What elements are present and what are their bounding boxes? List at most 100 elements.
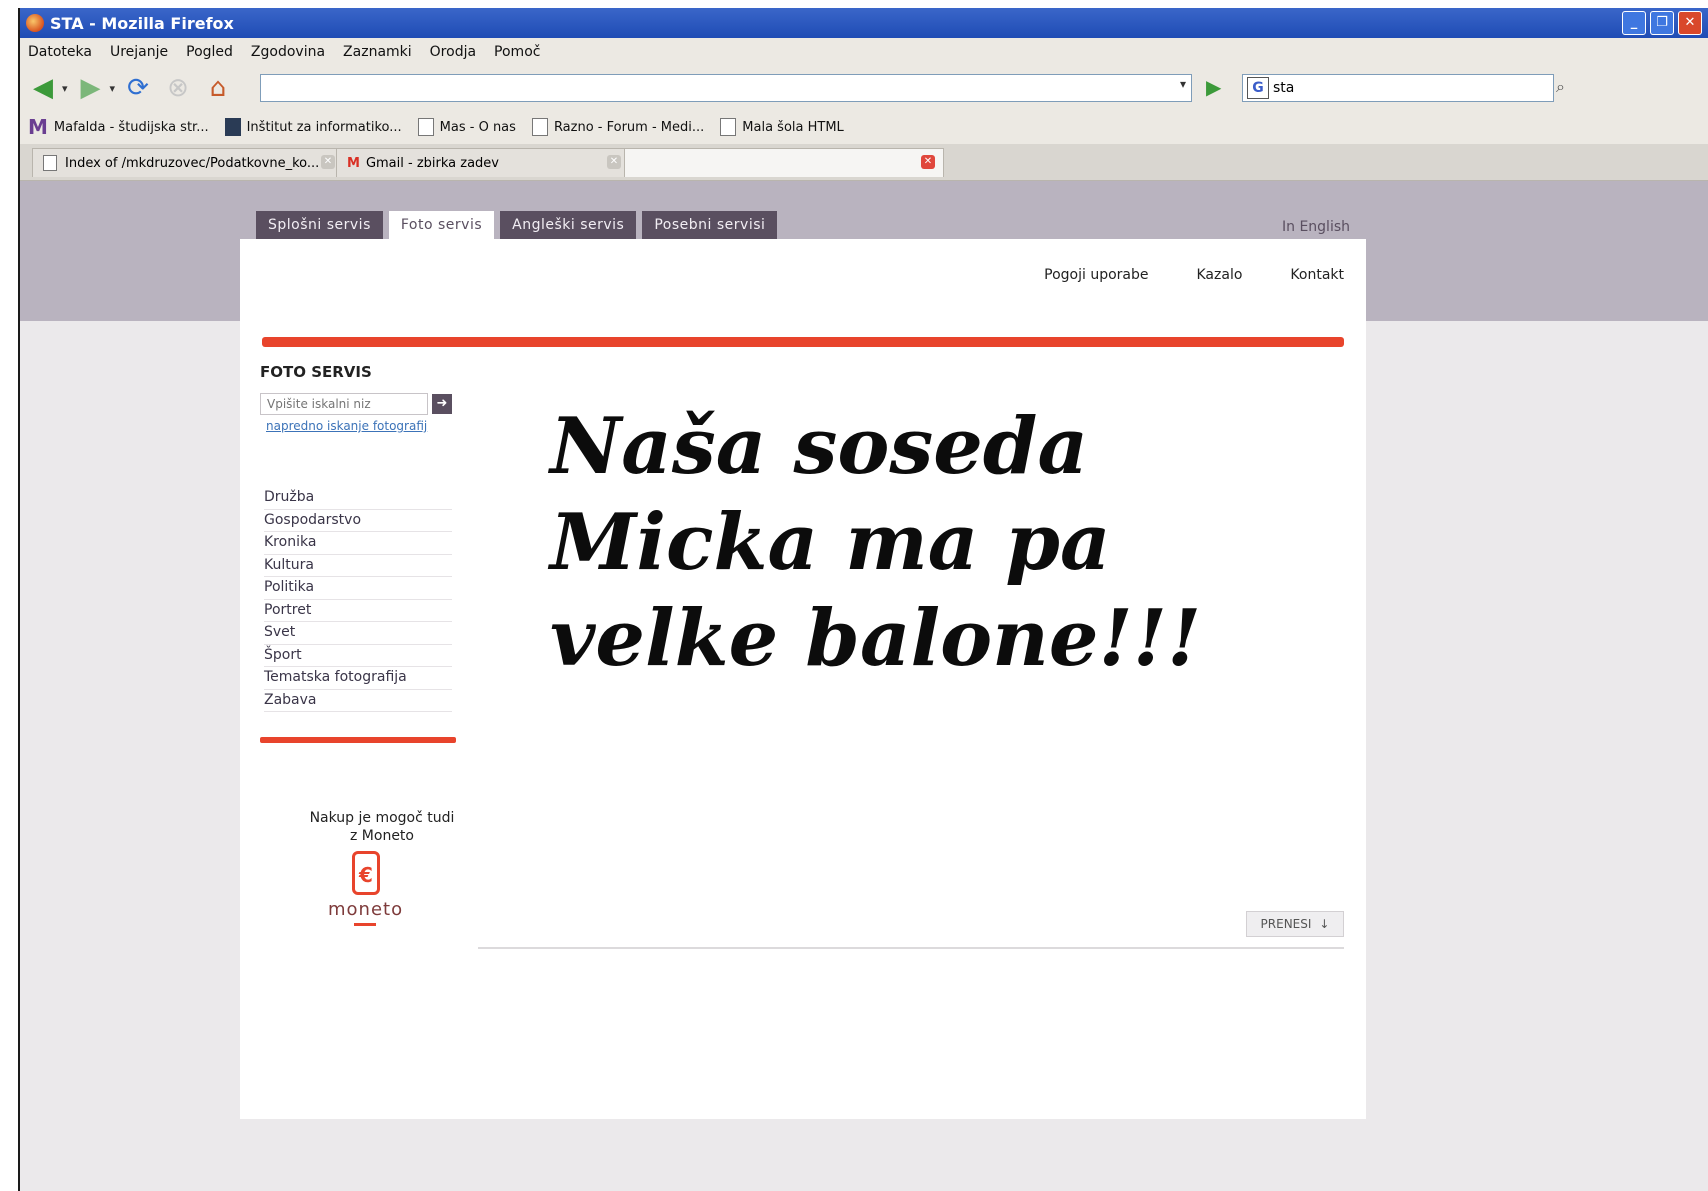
bookmark-label: Inštitut za informatiko... — [246, 119, 402, 135]
handwritten-note: Naša soseda Micka ma pa velke balone!!! — [550, 399, 1270, 719]
go-button[interactable]: ▶ — [1206, 75, 1221, 99]
photo-search: ➜ — [260, 393, 452, 415]
address-bar[interactable] — [260, 74, 1192, 102]
google-engine-icon[interactable]: G — [1247, 77, 1269, 99]
bookmark-label: Razno - Forum - Medi... — [553, 119, 705, 135]
web-page: Splošni servis Foto servis Angleški serv… — [20, 181, 1708, 1191]
url-dropdown-icon[interactable]: ▾ — [1180, 77, 1186, 91]
download-arrow-icon: ↓ — [1319, 917, 1330, 931]
menu-bar: Datoteka Urejanje Pogled Zgodovina Zazna… — [20, 38, 1708, 66]
tab-gmail[interactable]: M Gmail - zbirka zadev ✕ — [336, 148, 630, 177]
tab-foto-servis[interactable]: Foto servis — [388, 211, 495, 239]
category-portret[interactable]: Portret — [264, 600, 452, 622]
bookmarks-toolbar: M Mafalda - študijska str... Inštitut za… — [20, 110, 1708, 144]
bottom-divider — [478, 947, 1344, 949]
handwriting-line-3: velke balone!!! — [550, 593, 1202, 684]
category-list: Družba Gospodarstvo Kronika Kultura Poli… — [264, 487, 452, 712]
window-controls: _ ❐ ✕ — [1622, 11, 1702, 35]
back-arrow-icon[interactable]: ◀ — [26, 71, 60, 105]
moneto-logo[interactable]: moneto — [328, 899, 403, 920]
tab-close-icon[interactable]: ✕ — [321, 155, 335, 169]
handwriting-line-1: Naša soseda — [550, 401, 1089, 492]
moneto-phone-icon[interactable]: € — [352, 851, 380, 895]
tab-label: Gmail - zbirka zadev — [365, 155, 499, 171]
category-svet[interactable]: Svet — [264, 622, 452, 645]
close-button[interactable]: ✕ — [1678, 11, 1702, 35]
reload-icon[interactable]: ⟳ — [121, 71, 155, 105]
menu-pogled[interactable]: Pogled — [186, 44, 233, 60]
navigation-toolbar: ◀ ▾ ▶ ▾ ⟳ ⊗ ⌂ ▾ ▶ G sta ⌕ — [20, 66, 1708, 110]
red-divider-sidebar — [260, 737, 456, 743]
tab-angleski-servis[interactable]: Angleški servis — [500, 211, 637, 239]
title-bar: STA - Mozilla Firefox _ ❐ ✕ — [20, 8, 1708, 38]
bookmark-label: Mas - O nas — [439, 119, 516, 135]
moneto-promo-text: Nakup je mogoč tudi z Moneto — [292, 809, 472, 845]
tab-posebni-servisi[interactable]: Posebni servisi — [642, 211, 778, 239]
site-service-tabs: Splošni servis Foto servis Angleški serv… — [256, 211, 778, 239]
category-zabava[interactable]: Zabava — [264, 690, 452, 712]
category-tematska-fotografija[interactable]: Tematska fotografija — [264, 667, 452, 690]
mafalda-m-icon: M — [28, 115, 48, 139]
tab-close-icon[interactable]: ✕ — [607, 155, 621, 169]
menu-zgodovina[interactable]: Zgodovina — [251, 44, 325, 60]
window-title: STA - Mozilla Firefox — [50, 13, 234, 33]
download-label: PRENESI — [1260, 917, 1312, 931]
page-icon — [417, 118, 434, 136]
link-kontakt[interactable]: Kontakt — [1290, 267, 1344, 283]
tab-strip: Index of /mkdruzovec/Podatkovne_ko... ✕ … — [20, 144, 1708, 181]
menu-orodja[interactable]: Orodja — [430, 44, 476, 60]
search-bar[interactable]: G sta — [1242, 74, 1554, 102]
browser-window: STA - Mozilla Firefox _ ❐ ✕ Datoteka Ure… — [18, 8, 1708, 1191]
home-icon[interactable]: ⌂ — [201, 71, 235, 105]
tab-close-icon[interactable]: ✕ — [921, 155, 935, 169]
tab-sta-active[interactable]: ✕ — [624, 148, 944, 177]
bookmark-label: Mafalda - študijska str... — [53, 119, 209, 135]
bookmark-mala-sola[interactable]: Mala šola HTML — [720, 118, 844, 136]
search-icon[interactable]: ⌕ — [1556, 77, 1565, 97]
download-button[interactable]: PRENESI ↓ — [1246, 911, 1344, 937]
link-kazalo[interactable]: Kazalo — [1197, 267, 1243, 283]
category-sport[interactable]: Šport — [264, 645, 452, 667]
forward-history-dropdown-icon[interactable]: ▾ — [110, 82, 116, 95]
handwriting-line-2: Micka ma pa — [550, 497, 1111, 588]
moneto-text-line-2: z Moneto — [350, 828, 414, 844]
section-title: FOTO SERVIS — [260, 363, 372, 381]
bookmark-institut[interactable]: Inštitut za informatiko... — [224, 118, 402, 136]
bookmark-label: Mala šola HTML — [742, 119, 844, 135]
minimize-button[interactable]: _ — [1622, 11, 1646, 35]
category-gospodarstvo[interactable]: Gospodarstvo — [264, 510, 452, 532]
page-icon — [43, 155, 57, 171]
menu-datoteka[interactable]: Datoteka — [28, 44, 92, 60]
category-kultura[interactable]: Kultura — [264, 555, 452, 577]
moneto-underline — [354, 923, 376, 926]
back-history-dropdown-icon[interactable]: ▾ — [62, 82, 68, 95]
firefox-icon — [26, 14, 44, 32]
menu-pomoc[interactable]: Pomoč — [494, 44, 540, 60]
tab-splosni-servis[interactable]: Splošni servis — [256, 211, 383, 239]
menu-zaznamki[interactable]: Zaznamki — [343, 44, 412, 60]
category-politika[interactable]: Politika — [264, 577, 452, 600]
tab-index[interactable]: Index of /mkdruzovec/Podatkovne_ko... ✕ — [32, 148, 344, 177]
link-pogoji-uporabe[interactable]: Pogoji uporabe — [1044, 267, 1148, 283]
top-links: Pogoji uporabe Kazalo Kontakt — [1044, 267, 1344, 283]
bookmark-razno[interactable]: Razno - Forum - Medi... — [531, 118, 705, 136]
institut-icon — [224, 118, 241, 136]
tab-label: Index of /mkdruzovec/Podatkovne_ko... — [65, 155, 320, 171]
main-panel: Pogoji uporabe Kazalo Kontakt FOTO SERVI… — [240, 239, 1366, 1119]
gmail-icon: M — [347, 155, 360, 171]
search-bar-value[interactable]: sta — [1273, 80, 1294, 96]
photo-search-input[interactable] — [260, 393, 428, 415]
menu-urejanje[interactable]: Urejanje — [110, 44, 168, 60]
in-english-link[interactable]: In English — [1282, 219, 1350, 235]
stop-icon[interactable]: ⊗ — [161, 71, 195, 105]
moneto-text-line-1: Nakup je mogoč tudi — [309, 810, 455, 826]
advanced-search-link[interactable]: napredno iskanje fotografij — [266, 419, 427, 433]
category-kronika[interactable]: Kronika — [264, 532, 452, 555]
forward-arrow-icon[interactable]: ▶ — [74, 71, 108, 105]
page-icon — [720, 118, 737, 136]
category-druzba[interactable]: Družba — [264, 487, 452, 510]
bookmark-mafalda[interactable]: M Mafalda - študijska str... — [28, 115, 209, 139]
maximize-button[interactable]: ❐ — [1650, 11, 1674, 35]
search-go-arrow-icon[interactable]: ➜ — [432, 394, 452, 414]
bookmark-mas[interactable]: Mas - O nas — [417, 118, 516, 136]
